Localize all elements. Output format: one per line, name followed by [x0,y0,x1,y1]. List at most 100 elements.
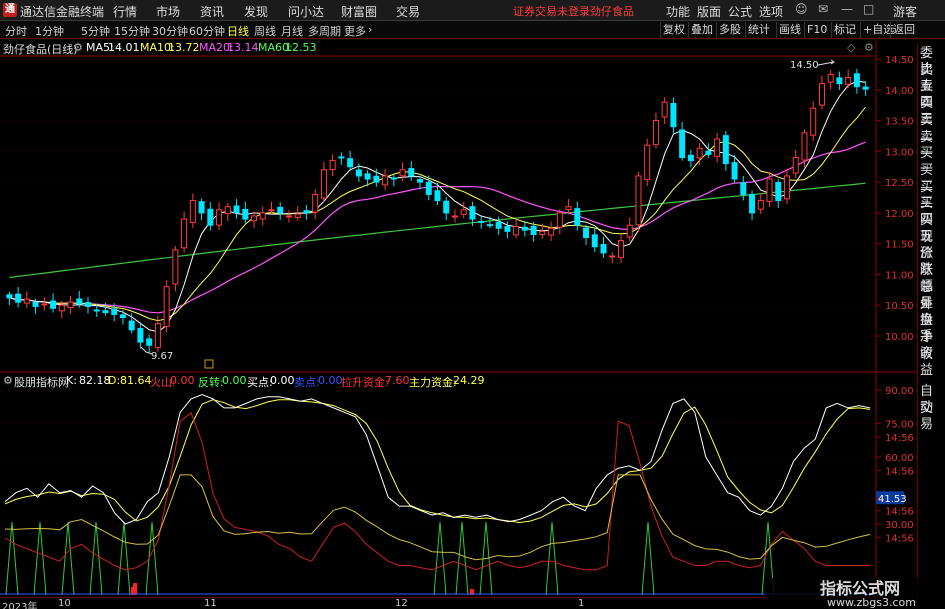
candle-body [93,309,100,312]
candle-body [513,225,520,236]
candle-body [198,201,205,214]
reversal-spike [641,521,655,596]
chart-frame [0,40,917,597]
candle-body [591,234,598,248]
candle-body [836,77,843,85]
candle-body [329,160,336,171]
ma5-path [9,80,866,333]
candle-body [626,224,633,238]
indicator-name[interactable]: 股朋指标网 [14,374,69,390]
candle-body [338,156,345,159]
k-line [4,393,871,525]
candle-body [469,206,476,220]
candle-body [408,168,415,177]
price-tick-label: 13.50 [885,117,914,128]
candle-body [495,221,502,229]
candle-body [242,208,249,220]
reversal-spike [33,521,47,596]
candle-body [146,338,153,346]
pull-funds-label: 拉升资金: [341,376,389,389]
watermark: 指标公式网 www.zbgs3.com [765,578,945,609]
event-marker-icon[interactable] [204,359,214,369]
k-label: K: [66,374,77,387]
candle-body [687,154,694,162]
reversal-label: 反转: [198,376,224,389]
candle-body [845,76,852,85]
price-tick-label: 11.00 [885,270,914,281]
candle-body [722,135,729,165]
candle-body [434,190,441,202]
reversal-spike [545,521,559,596]
candle-body [58,304,65,312]
candle-body [76,298,83,305]
price-tick-label: 14.00 [885,86,914,97]
candle-body [163,286,170,327]
auto-trade-label[interactable]: 交易 [920,401,945,433]
candle-body [6,294,13,299]
reversal-spike [433,521,447,596]
app-window: 通 通达信金融终端 行情 市场 资讯 发现 问小达 财富圈 交易 证券交易未登录… [0,0,945,609]
indicator-tick-label: 14:56 [885,507,914,518]
indicator-tick-label: 30.00 [885,520,914,531]
quote-side-panel: 委比 卖五 卖四 卖三 卖二 卖一 买一 买二 买三 买四 买五 现价 涨跌 涨幅 总量 外盘 换手 净资 收益 自动… [917,43,945,603]
candle-body [41,303,48,306]
candle-body [635,175,642,226]
buy-point-label: 买点: [247,376,273,389]
date-label-oct: 10 [58,598,71,609]
candle-body [23,298,30,304]
candle-body [285,215,292,218]
candle-body [207,208,214,226]
ma10-line [9,106,866,322]
candle-body [460,209,467,215]
candle-body [85,302,92,307]
candle-body [731,162,738,180]
candle-body [137,328,144,343]
buy-point-value: 0.00 [270,374,295,387]
candle-body [757,200,764,210]
watermark-url: www.zbgs3.com [827,596,916,609]
candle-body [303,210,310,214]
pull-funds-line [4,411,870,571]
ma5-line [9,80,866,333]
candle-body [189,200,196,223]
indicator-tick-label: 14:56 [885,466,914,477]
sell-point-value: 0.00 [318,374,343,387]
candle-body [67,301,74,309]
candle-body [478,220,485,223]
price-tick-label: 12.00 [885,209,914,220]
candle-body [530,225,537,235]
indicator-axis: 90.0075.0014:5660.0014:5641.5314:5630.00… [876,386,914,544]
indicator-tick-label: 41.53 [878,494,907,505]
date-label-year: 2023年 [2,602,38,609]
candle-body [775,181,782,202]
candle-body [565,206,572,211]
candle-body [801,132,808,161]
reversal-spike [89,521,103,596]
candle-body [670,103,677,128]
candle-body [399,169,406,177]
candle-body [277,206,284,214]
candle-body [294,213,301,219]
candle-body [364,173,371,180]
candle-body [268,209,275,212]
quote-field-label[interactable]: 收益 [920,347,945,379]
d-label: D: [108,374,121,387]
candle-body [233,205,240,214]
settings-icon[interactable]: ⚙ [3,374,13,387]
sell-point-label: 卖点: [294,376,320,389]
candle-body [827,73,834,83]
candle-body [251,215,258,222]
candle-body [548,227,555,236]
reversal-spike [61,521,75,596]
candle-body [792,156,799,174]
candle-body [119,314,126,319]
candle-body [661,101,668,118]
candle-body [556,212,563,228]
candle-body [740,182,747,195]
chart-canvas[interactable]: 14.50 9.67 14.50 14.00 13.50 13.00 12.50 12.0… [0,0,917,597]
reversal-spike [145,521,159,596]
candle-body [818,83,825,106]
indicator-tick-label: 14:56 [885,533,914,544]
candle-body [312,193,319,213]
d-line [4,399,871,524]
